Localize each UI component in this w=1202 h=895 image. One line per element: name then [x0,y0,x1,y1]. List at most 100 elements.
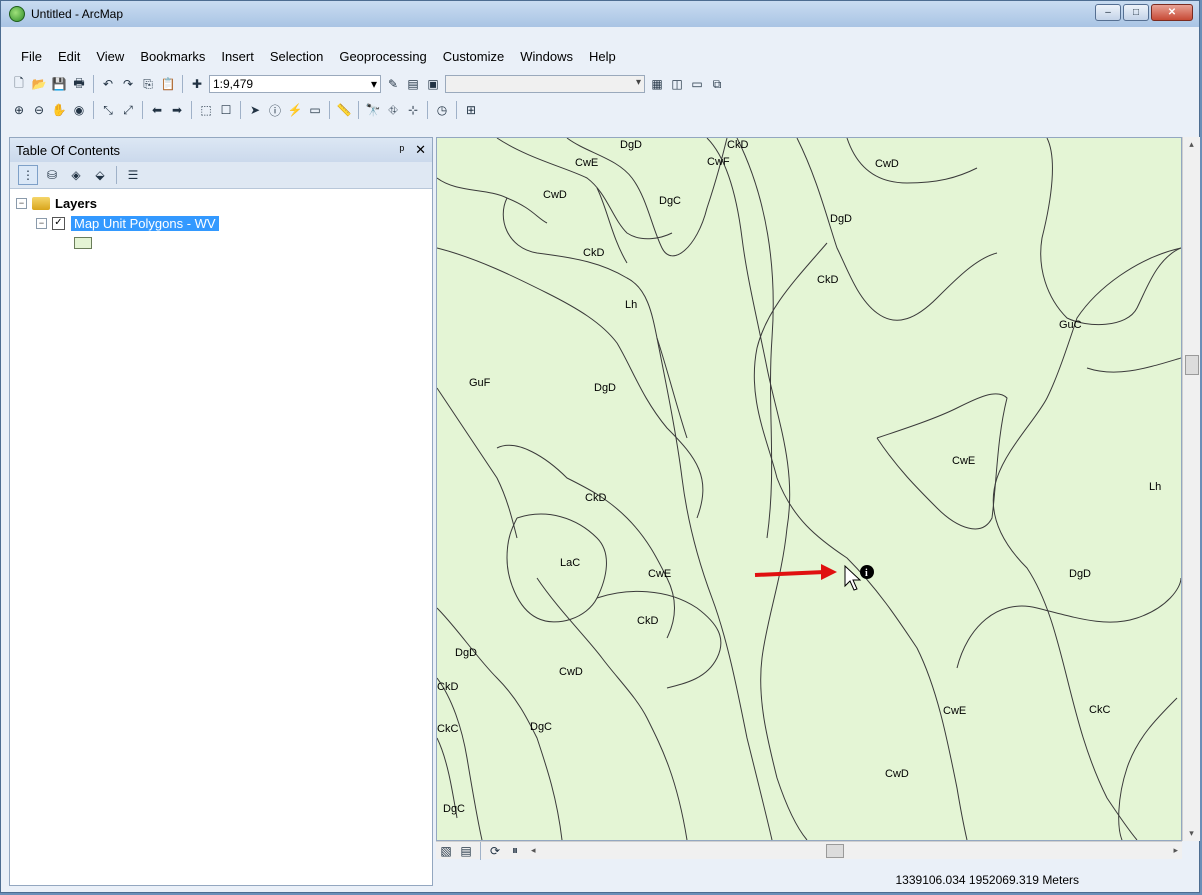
close-button[interactable]: ✕ [1151,4,1193,21]
toolbar-separator [142,101,143,119]
vertical-scrollbar[interactable]: ▴ ▾ [1182,137,1200,841]
toolbar-separator [93,75,94,93]
menu-geoprocessing[interactable]: Geoprocessing [331,49,434,64]
catalog-icon[interactable]: ▦ [649,76,665,92]
menu-file[interactable]: File [13,49,50,64]
maximize-button[interactable]: □ [1123,4,1149,21]
scroll-right-icon[interactable]: ▸ [1173,845,1178,856]
scroll-up-icon[interactable]: ▴ [1183,139,1200,150]
map-scale-combo[interactable]: 1:9,479 ▾ [209,75,381,93]
menu-windows[interactable]: Windows [512,49,581,64]
menu-customize[interactable]: Customize [435,49,512,64]
paste-icon[interactable]: 📋 [160,76,176,92]
soil-unit-label: Lh [625,299,637,311]
menu-edit[interactable]: Edit [50,49,88,64]
undo-icon[interactable]: ↶ [100,76,116,92]
html-popup-icon[interactable]: ▭ [307,102,323,118]
go-to-xy-icon[interactable]: ⊹ [405,102,421,118]
menu-selection[interactable]: Selection [262,49,331,64]
pin-icon[interactable]: ᵖ [399,142,404,157]
soil-boundary [1118,697,1178,840]
python-icon[interactable]: ▭ [689,76,705,92]
fixed-zoom-out-icon[interactable]: ⤢ [120,102,136,118]
list-by-visibility-icon[interactable]: ◈ [66,165,86,185]
measure-icon[interactable]: 📏 [336,102,352,118]
pan-hand-icon[interactable]: ✋ [51,102,67,118]
select-elements-icon[interactable]: ➤ [247,102,263,118]
soil-unit-label: LaC [560,557,580,569]
vertical-scroll-thumb[interactable] [1185,355,1199,375]
soil-unit-label: DgC [659,195,681,207]
editor-toolbar-icon[interactable]: ✎ [385,76,401,92]
time-slider-icon[interactable]: ◷ [434,102,450,118]
table-icon[interactable]: ▤ [405,76,421,92]
soil-unit-label: DgC [443,803,465,815]
search-window-icon[interactable]: ◫ [669,76,685,92]
table-of-contents-panel: Table Of Contents ᵖ ✕ ⋮ ⛁ ◈ ⬙ ☰ − Layers… [9,137,433,886]
find-route-icon[interactable]: ⛗ [385,102,401,118]
soil-boundary [566,138,728,257]
list-by-drawing-order-icon[interactable]: ⋮ [18,165,38,185]
layers-node[interactable]: − Layers [16,193,426,213]
layer-name-label[interactable]: Map Unit Polygons - WV [71,215,219,231]
toc-toolbar: ⋮ ⛁ ◈ ⬙ ☰ [10,162,432,189]
full-extent-icon[interactable]: ◉ [71,102,87,118]
fixed-zoom-in-icon[interactable]: ⤡ [100,102,116,118]
horizontal-scroll-thumb[interactable] [826,844,844,858]
zoom-out-icon[interactable]: ⊖ [31,102,47,118]
menu-help[interactable]: Help [581,49,624,64]
soil-unit-label: CkD [637,615,658,627]
arcmap-window: Untitled - ArcMap – □ ✕ File Edit View B… [0,0,1200,893]
soil-unit-label: CkD [817,274,838,286]
hyperlink-icon[interactable]: ⚡ [287,102,303,118]
refresh-icon[interactable]: ⟳ [487,843,503,859]
soil-unit-label: DgD [594,382,616,394]
new-document-icon[interactable]: 🗋 [11,76,27,92]
minimize-button[interactable]: – [1095,4,1121,21]
layer-node[interactable]: − ✓ Map Unit Polygons - WV [16,213,426,233]
toolbox-icon[interactable]: ▣ [425,76,441,92]
toc-close-icon[interactable]: ✕ [415,142,426,157]
create-viewer-icon[interactable]: ⊞ [463,102,479,118]
clear-selection-icon[interactable]: ☐ [218,102,234,118]
soil-boundary [706,138,808,840]
layer-combo[interactable] [445,75,645,93]
menu-view[interactable]: View [88,49,132,64]
menu-bookmarks[interactable]: Bookmarks [132,49,213,64]
list-by-source-icon[interactable]: ⛁ [42,165,62,185]
open-folder-icon[interactable]: 📂 [31,76,47,92]
collapse-icon[interactable]: − [36,217,47,229]
soil-unit-label: CwE [943,705,966,717]
save-icon[interactable]: 💾 [51,76,67,92]
zoom-in-icon[interactable]: ⊕ [11,102,27,118]
model-builder-icon[interactable]: ⧉ [709,76,725,92]
soil-boundary [846,138,978,184]
menu-insert[interactable]: Insert [213,49,262,64]
map-view[interactable]: CkD CwE CwF DgD DgC CwD CkD CwD DgD Lh CkD GuC GuF Dg… [436,137,1182,841]
red-arrow-annotation [754,564,837,580]
redo-icon[interactable]: ↷ [120,76,136,92]
scroll-down-icon[interactable]: ▾ [1183,828,1200,839]
soil-unit-label: DgD [1069,568,1091,580]
find-binoculars-icon[interactable]: 🔭 [365,102,381,118]
list-by-selection-icon[interactable]: ⬙ [90,165,110,185]
identify-icon[interactable]: ⓘ [267,102,283,118]
copy-icon[interactable]: ⎘ [140,76,156,92]
soil-boundary [437,177,548,224]
forward-arrow-icon[interactable]: ➡ [169,102,185,118]
print-icon[interactable]: 🖶 [71,76,87,92]
soil-map-canvas[interactable]: CkD CwE CwF DgD DgC CwD CkD CwD DgD Lh CkD GuC GuF Dg… [437,138,1181,840]
pause-drawing-icon[interactable]: ⏸ [507,843,523,859]
data-view-icon[interactable]: ▧ [438,843,454,859]
toolbar-separator [93,101,94,119]
layout-view-icon[interactable]: ▤ [458,843,474,859]
layer-visibility-checkbox[interactable]: ✓ [52,216,65,230]
add-data-icon[interactable]: ✚ [189,76,205,92]
scroll-left-icon[interactable]: ◂ [531,845,536,856]
options-icon[interactable]: ☰ [123,165,143,185]
collapse-icon[interactable]: − [16,197,27,209]
select-features-icon[interactable]: ⬚ [198,102,214,118]
toc-title: Table Of Contents [16,142,121,158]
polygon-symbol-swatch[interactable] [74,237,92,249]
back-arrow-icon[interactable]: ⬅ [149,102,165,118]
